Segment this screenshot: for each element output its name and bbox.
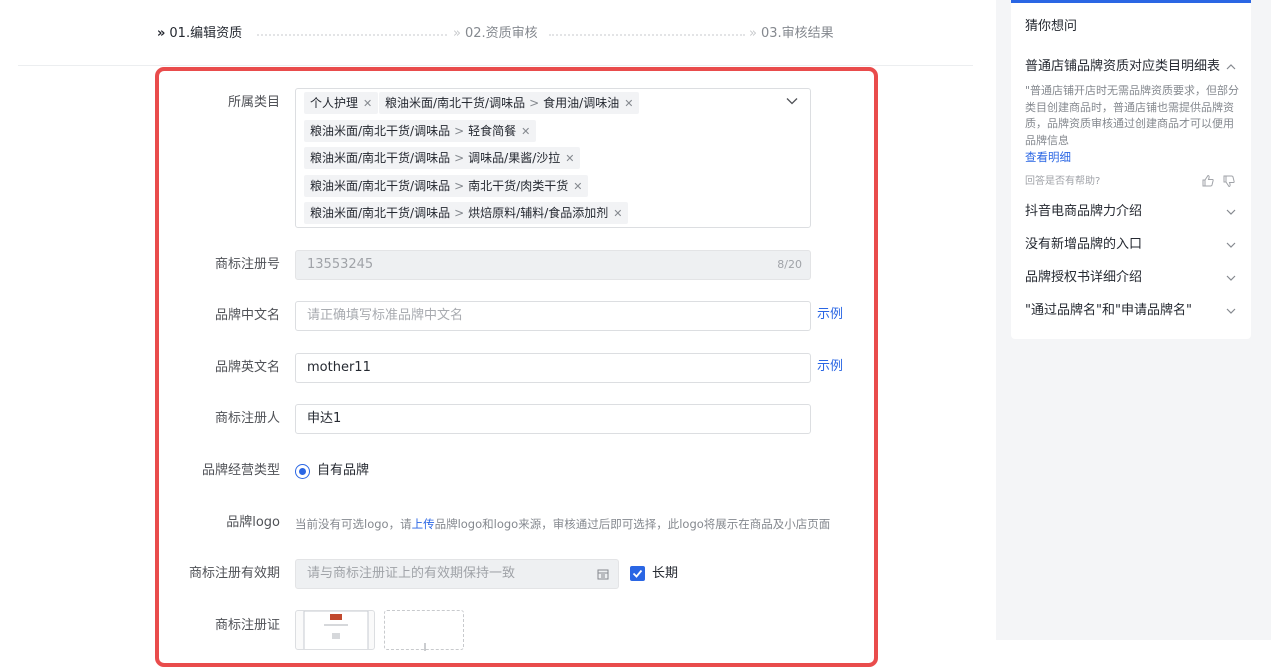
step-arrow-icon: »	[453, 26, 461, 41]
trademark-no-label: 商标注册号	[214, 257, 280, 272]
step-indicator: » 01.编辑资质 » 02.资质审核 » 03.审核结果	[157, 24, 857, 44]
char-counter: 8/20	[777, 258, 802, 271]
faq-question-expanded[interactable]: 普通店铺品牌资质对应类目明细表	[1025, 57, 1220, 77]
category-tag: 粮油米面/南北干货/调味品 > 烘焙原料/辅料/食品添加剂 ✕	[304, 202, 629, 224]
chevron-down-icon[interactable]	[786, 95, 798, 107]
close-icon[interactable]: ✕	[521, 125, 530, 138]
faq-question[interactable]: 抖音电商品牌力介绍	[1025, 202, 1142, 222]
category-tag: 粮油米面/南北干货/调味品 > 南北干货/肉类干货 ✕	[304, 175, 589, 197]
brand-en-value: mother11	[307, 360, 371, 375]
step-label: 02.资质审核	[464, 26, 538, 41]
upload-logo-link[interactable]: 上传	[412, 517, 435, 531]
certificate-label: 商标注册证	[214, 618, 280, 633]
brand-en-example-link[interactable]: 示例	[817, 357, 843, 377]
logo-hint: 当前没有可选logo，请上传品牌logo和logo来源，审核通过后即可选择，此l…	[295, 514, 830, 534]
brand-cn-example-link[interactable]: 示例	[817, 305, 843, 325]
logo-label: 品牌logo	[226, 515, 280, 530]
validity-label: 商标注册有效期	[188, 566, 280, 581]
certificate-image-icon	[303, 611, 369, 649]
thumbs-up-icon[interactable]	[1201, 174, 1215, 188]
tag-text: 粮油米面/南北干货/调味品	[310, 179, 451, 193]
close-icon[interactable]: ✕	[613, 207, 622, 220]
close-icon[interactable]: ✕	[363, 97, 372, 110]
chevron-down-icon[interactable]	[1226, 207, 1236, 217]
tag-text: 烘焙原料/辅料/食品添加剂	[468, 206, 609, 220]
chevron-right-icon: >	[454, 206, 465, 220]
calendar-icon	[597, 569, 609, 580]
registrant-value: 申达1	[307, 411, 342, 426]
brand-cn-placeholder: 请正确填写标准品牌中文名	[307, 308, 464, 323]
header-divider	[18, 65, 973, 66]
step-edit: » 01.编辑资质	[157, 24, 242, 44]
tag-text: 粮油米面/南北干货/调味品	[310, 124, 451, 138]
tag-text: 调味品/果酱/沙拉	[468, 151, 561, 165]
faq-question[interactable]: 品牌授权书详细介绍	[1025, 268, 1142, 288]
logo-hint-text: 品牌logo和logo来源，审核通过后即可选择，此logo将展示在商品及小店页面	[434, 517, 831, 531]
tag-text: 粮油米面/南北干货/调味品	[310, 206, 451, 220]
view-detail-link[interactable]: 查看明细	[1025, 150, 1071, 164]
validity-date-input[interactable]: 请与商标注册证上的有效期保持一致	[295, 559, 619, 589]
chevron-right-icon: >	[454, 151, 465, 165]
step-result: » 03.审核结果	[749, 24, 834, 44]
step-label: 01.编辑资质	[169, 26, 243, 41]
logo-hint-text: 当前没有可选logo，请	[295, 517, 412, 531]
help-panel	[1011, 0, 1251, 339]
long-term-label[interactable]: 长期	[652, 564, 678, 584]
validity-placeholder: 请与商标注册证上的有效期保持一致	[307, 566, 516, 581]
category-label: 所属类目	[227, 95, 280, 110]
chevron-down-icon[interactable]	[1226, 240, 1236, 250]
close-icon[interactable]: ✕	[573, 180, 582, 193]
tag-text: 南北干货/肉类干货	[468, 179, 569, 193]
close-icon[interactable]: ✕	[565, 152, 574, 165]
step-connector	[257, 34, 447, 36]
faq-answer-text: "普通店铺开店时无需品牌资质要求，但部分类目创建商品时，普通店铺也需提供品牌资质…	[1025, 84, 1240, 147]
tag-text: 粮油米面/南北干货/调味品	[310, 151, 451, 165]
tag-text: 个人护理	[310, 96, 359, 110]
faq-question[interactable]: 没有新增品牌的入口	[1025, 235, 1142, 255]
operation-type-label: 品牌经营类型	[201, 463, 280, 478]
chevron-up-icon[interactable]	[1226, 62, 1236, 72]
upload-certificate-button[interactable]	[384, 610, 464, 651]
step-arrow-icon: »	[749, 26, 757, 41]
registrant-label: 商标注册人	[214, 411, 280, 426]
check-icon	[632, 569, 643, 578]
category-tag: 粮油米面/南北干货/调味品 > 调味品/果酱/沙拉 ✕	[304, 147, 581, 169]
trademark-no-value: 13553245	[307, 257, 374, 272]
step-review: » 02.资质审核	[453, 24, 538, 44]
tag-text: 轻食简餐	[468, 124, 517, 138]
step-arrow-icon: »	[157, 26, 166, 41]
tag-text: 食用油/调味油	[543, 96, 620, 110]
step-connector	[549, 34, 745, 36]
close-icon[interactable]: ✕	[624, 97, 633, 110]
thumbs-down-icon[interactable]	[1222, 174, 1236, 188]
brand-en-input[interactable]: mother11	[295, 353, 811, 383]
category-tag: 粮油米面/南北干货/调味品 > 轻食简餐 ✕	[304, 120, 537, 142]
long-term-checkbox[interactable]	[630, 566, 645, 581]
category-tag: 粮油米面/南北干货/调味品 > 食用油/调味油 ✕	[379, 92, 640, 114]
certificate-thumbnail[interactable]	[295, 610, 375, 650]
help-panel-title: 猜你想问	[1025, 19, 1078, 34]
own-brand-radio[interactable]	[295, 464, 310, 479]
category-select[interactable]: 个人护理 ✕ 粮油米面/南北干货/调味品 > 食用油/调味油 ✕ 粮油米面/南北干货/调…	[295, 88, 811, 228]
trademark-no-input: 13553245 8/20	[295, 250, 811, 280]
chevron-down-icon[interactable]	[1226, 306, 1236, 316]
chevron-right-icon: >	[529, 96, 540, 110]
registrant-input[interactable]: 申达1	[295, 404, 811, 434]
faq-answer: "普通店铺开店时无需品牌资质要求，但部分类目创建商品时，普通店铺也需提供品牌资质…	[1025, 83, 1240, 167]
step-label: 03.审核结果	[760, 26, 834, 41]
chevron-right-icon: >	[454, 124, 465, 138]
tag-text: 粮油米面/南北干货/调味品	[385, 96, 526, 110]
faq-question[interactable]: "通过品牌名"和"申请品牌名"	[1025, 301, 1192, 321]
plus-icon	[424, 643, 426, 651]
chevron-right-icon: >	[454, 179, 465, 193]
category-tag: 个人护理 ✕	[304, 92, 379, 114]
help-panel-accent	[1011, 0, 1251, 3]
brand-en-label: 品牌英文名	[214, 360, 280, 375]
brand-cn-input[interactable]: 请正确填写标准品牌中文名	[295, 301, 811, 331]
own-brand-label[interactable]: 自有品牌	[317, 461, 369, 481]
helpful-prompt: 回答是否有帮助?	[1025, 176, 1101, 187]
chevron-down-icon[interactable]	[1226, 273, 1236, 283]
brand-cn-label: 品牌中文名	[214, 308, 280, 323]
